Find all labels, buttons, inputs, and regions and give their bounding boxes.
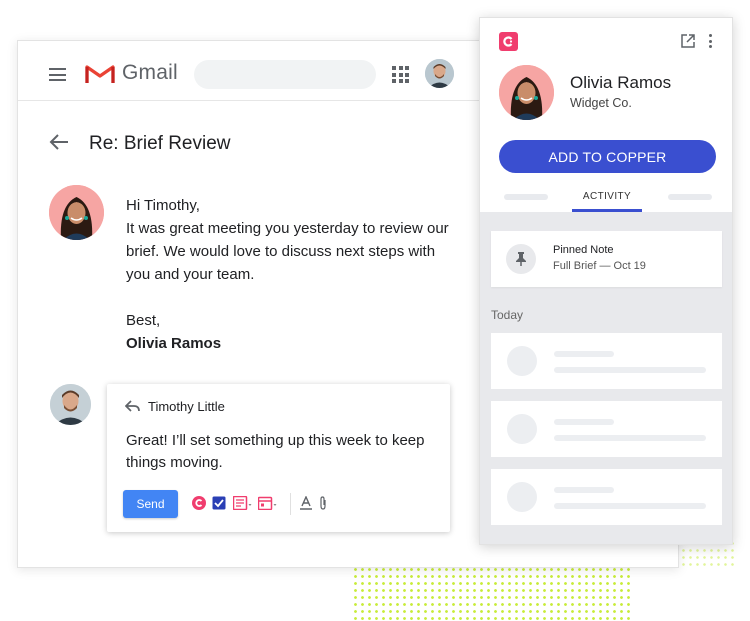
search-input[interactable] bbox=[194, 60, 376, 89]
decorative-dots bbox=[352, 566, 634, 621]
reply-compose: Timothy Little Great! I’ll set something… bbox=[107, 384, 450, 532]
calendar-icon[interactable] bbox=[258, 496, 278, 510]
more-vert-icon[interactable] bbox=[709, 34, 713, 48]
email-paragraph: It was great meeting you yesterday to re… bbox=[126, 220, 449, 283]
email-closing: Best, bbox=[126, 312, 161, 329]
pinned-note-subtitle: Full Brief — Oct 19 bbox=[553, 260, 646, 272]
apps-grid-icon[interactable] bbox=[392, 66, 409, 83]
section-label-today: Today bbox=[491, 308, 524, 322]
attach-icon[interactable] bbox=[316, 496, 330, 510]
copper-sidebar: Olivia Ramos Widget Co. ADD TO COPPER AC… bbox=[479, 17, 733, 545]
tab-placeholder-right[interactable] bbox=[668, 194, 712, 200]
contact-company: Widget Co. bbox=[570, 96, 632, 110]
send-button[interactable]: Send bbox=[123, 490, 178, 518]
text-format-icon[interactable] bbox=[299, 496, 313, 510]
contact-name: Olivia Ramos bbox=[570, 73, 672, 92]
email-signature: Olivia Ramos bbox=[126, 335, 222, 352]
reply-avatar bbox=[50, 384, 91, 425]
copper-icon[interactable] bbox=[192, 496, 206, 510]
pinned-note-card[interactable]: Pinned Note Full Brief — Oct 19 bbox=[491, 231, 722, 287]
toolbar-divider bbox=[290, 493, 291, 515]
reply-text-area[interactable]: Great! I’ll set something up this week t… bbox=[126, 430, 436, 474]
pin-icon bbox=[506, 244, 536, 274]
tab-activity[interactable]: ACTIVITY bbox=[572, 191, 642, 202]
tab-placeholder-left[interactable] bbox=[504, 194, 548, 200]
pinned-note-title: Pinned Note bbox=[553, 244, 614, 256]
email-greeting: Hi Timothy, bbox=[126, 197, 200, 214]
activity-placeholder-card bbox=[491, 469, 722, 525]
contact-avatar bbox=[499, 65, 554, 120]
copper-header-area: Olivia Ramos Widget Co. ADD TO COPPER AC… bbox=[480, 18, 732, 212]
account-avatar[interactable] bbox=[425, 59, 454, 88]
reply-icon[interactable] bbox=[125, 400, 140, 412]
note-icon[interactable] bbox=[233, 496, 253, 510]
activity-placeholder-card bbox=[491, 401, 722, 457]
activity-placeholder-card bbox=[491, 333, 722, 389]
back-arrow-icon[interactable] bbox=[49, 133, 69, 151]
gmail-wordmark: Gmail bbox=[122, 61, 178, 84]
checkbox-icon[interactable] bbox=[212, 496, 226, 510]
menu-icon[interactable] bbox=[49, 68, 66, 81]
email-body: Hi Timothy, It was great meeting you yes… bbox=[126, 194, 456, 355]
sender-avatar bbox=[49, 185, 104, 240]
email-subject: Re: Brief Review bbox=[89, 133, 231, 154]
reply-recipient: Timothy Little bbox=[148, 399, 225, 414]
gmail-logo-icon bbox=[85, 65, 115, 83]
tab-activity-indicator bbox=[572, 209, 642, 212]
add-to-copper-button[interactable]: ADD TO COPPER bbox=[499, 140, 716, 173]
copper-logo-icon bbox=[499, 32, 518, 51]
external-link-icon[interactable] bbox=[681, 34, 695, 48]
